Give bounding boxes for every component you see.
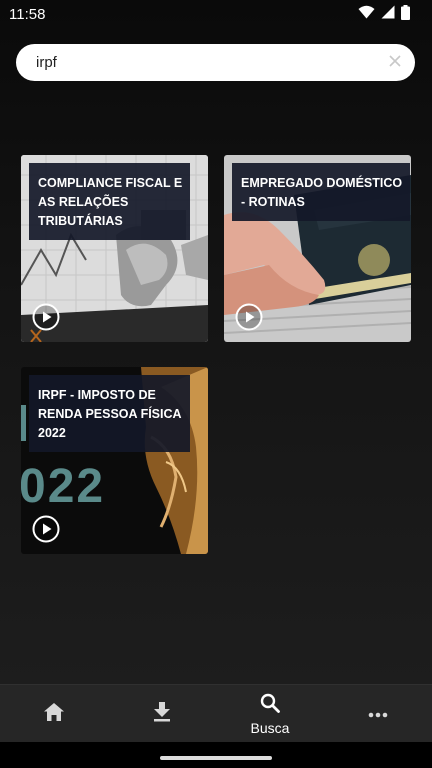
more-icon xyxy=(368,705,388,723)
status-time: 11:58 xyxy=(9,5,46,23)
wifi-icon xyxy=(358,5,375,23)
search-bar xyxy=(16,44,415,81)
system-gesture-area xyxy=(0,742,432,768)
nav-search[interactable]: Busca xyxy=(216,685,324,743)
status-bar: 11:58 xyxy=(0,0,432,28)
nav-more[interactable] xyxy=(324,685,432,743)
close-icon xyxy=(389,54,401,72)
gesture-handle[interactable] xyxy=(160,756,272,760)
battery-icon xyxy=(401,4,410,24)
play-icon[interactable] xyxy=(235,303,263,331)
thumbnail-year-text: 022 xyxy=(21,460,106,513)
play-icon[interactable] xyxy=(32,303,60,331)
cellular-signal-icon xyxy=(381,5,395,23)
result-card-irpf-2022[interactable]: 022 IRPF - IMPOSTO DE RENDA PESSOA FÍSIC… xyxy=(21,367,208,554)
download-icon xyxy=(153,701,171,727)
result-card-compliance-fiscal[interactable]: COMPLIANCE FISCAL E AS RELAÇÕES TRIBUTÁR… xyxy=(21,155,208,342)
nav-downloads[interactable] xyxy=(108,685,216,743)
bottom-navigation: Busca xyxy=(0,684,432,743)
home-icon xyxy=(43,702,65,727)
search-icon xyxy=(260,693,280,718)
card-title: IRPF - IMPOSTO DE RENDA PESSOA FÍSICA 20… xyxy=(29,375,190,452)
result-card-empregado-domestico[interactable]: EMPREGADO DOMÉSTICO - ROTINAS xyxy=(224,155,411,342)
nav-search-label: Busca xyxy=(250,719,290,736)
search-input[interactable] xyxy=(34,53,387,72)
card-title: COMPLIANCE FISCAL E AS RELAÇÕES TRIBUTÁR… xyxy=(29,163,191,240)
status-icons xyxy=(358,4,410,24)
clear-search-button[interactable] xyxy=(387,54,403,72)
card-title: EMPREGADO DOMÉSTICO - ROTINAS xyxy=(232,163,411,221)
play-icon[interactable] xyxy=(32,515,60,543)
nav-home[interactable] xyxy=(0,685,108,743)
